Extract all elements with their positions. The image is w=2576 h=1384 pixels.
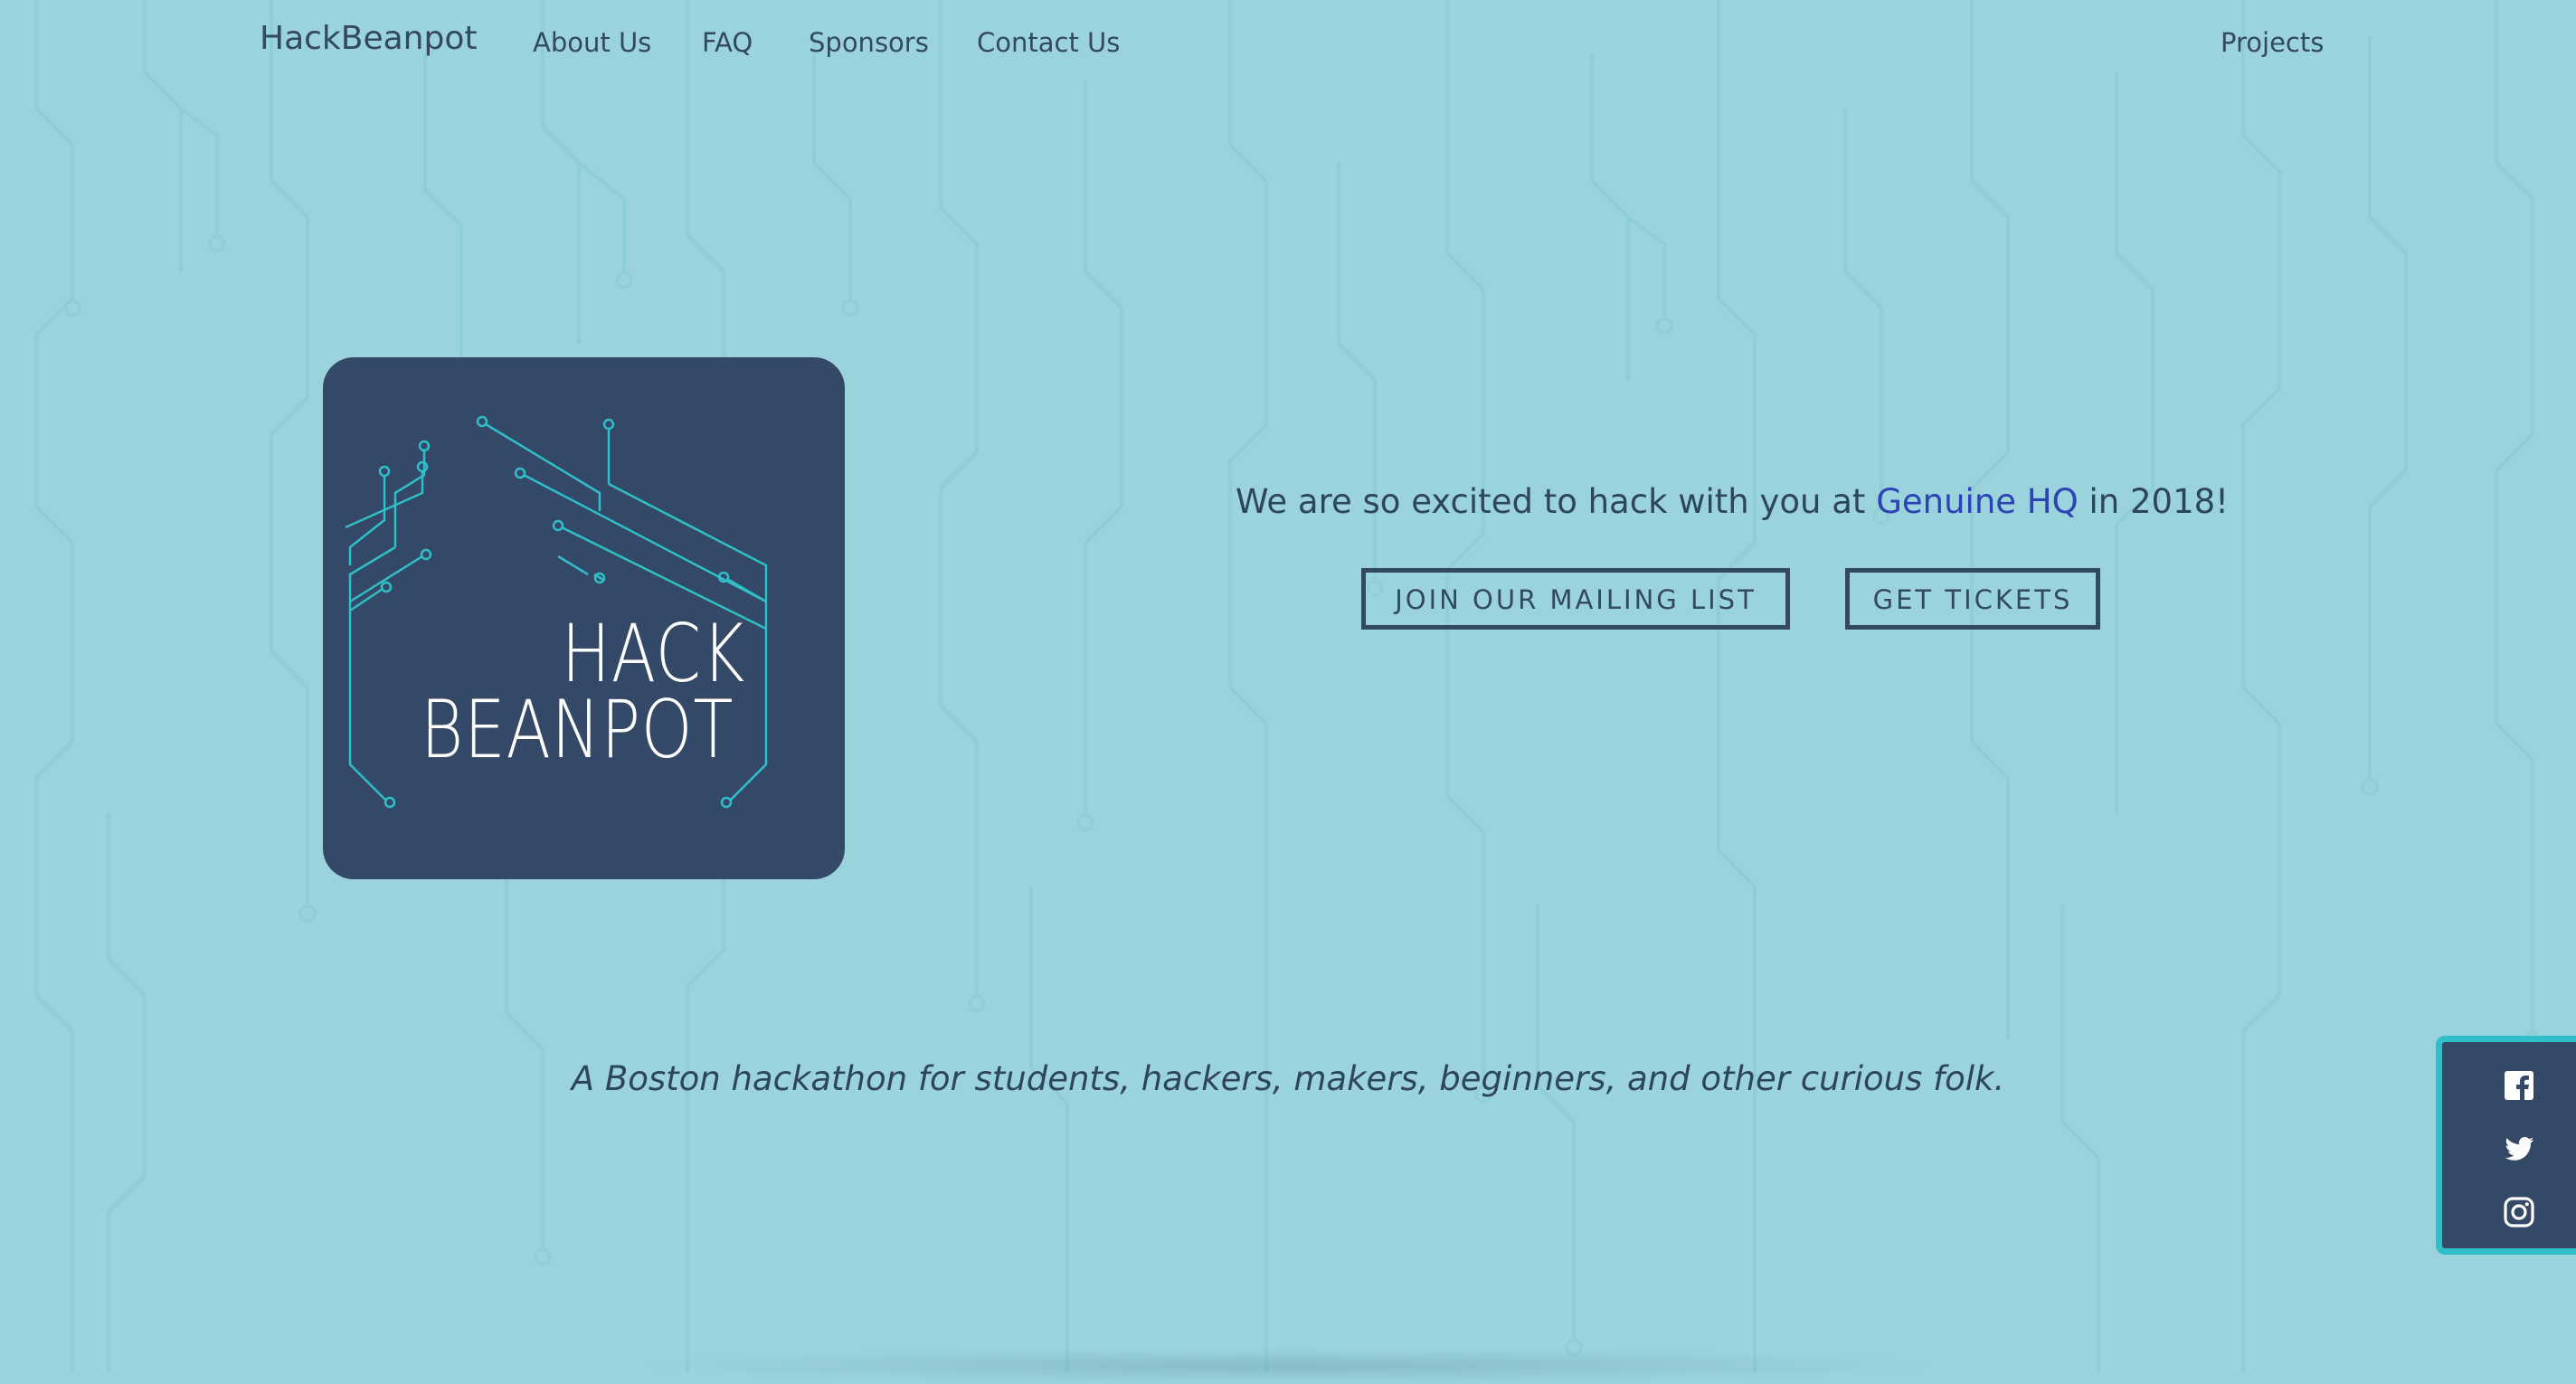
tagline: A Boston hackathon for students, hackers… [571,1059,2005,1098]
join-mailing-list-button[interactable]: JOIN OUR MAILING LIST [1361,568,1790,630]
headline-text-after: in 2018! [2078,482,2230,521]
brand-link[interactable]: HackBeanpot [260,22,478,56]
nav-projects[interactable]: Projects [2221,25,2324,60]
logo-word-beanpot: BEANPOT [421,683,734,776]
top-navigation: HackBeanpot About Us FAQ Sponsors Contac… [0,0,2576,83]
genuine-hq-link[interactable]: Genuine HQ [1876,482,2079,521]
nav-faq[interactable]: FAQ [702,25,753,60]
hackbeanpot-logo: HACK BEANPOT [323,357,845,879]
nav-about-us[interactable]: About Us [533,25,651,60]
headline-text-before: We are so excited to hack with you at [1235,482,1877,521]
nav-sponsors[interactable]: Sponsors [809,25,929,60]
facebook-icon[interactable] [2503,1069,2535,1102]
hero-headline: We are so excited to hack with you at Ge… [1176,479,2288,525]
get-tickets-button[interactable]: GET TICKETS [1845,568,2100,630]
page-bottom-shadow [633,1348,1945,1384]
twitter-icon[interactable] [2503,1133,2535,1165]
nav-contact-us[interactable]: Contact Us [977,25,1120,60]
instagram-icon[interactable] [2503,1196,2535,1228]
social-links-panel [2436,1036,2576,1255]
